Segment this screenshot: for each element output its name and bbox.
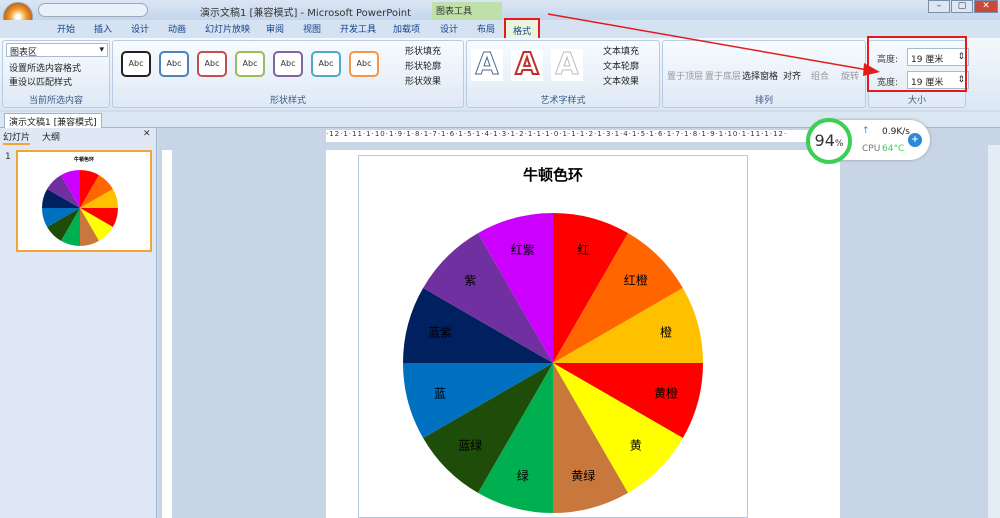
close-pane-icon[interactable]: ✕ bbox=[143, 129, 151, 139]
slice-label: 蓝绿 bbox=[458, 438, 482, 453]
text-fill-button[interactable]: 文本填充 bbox=[603, 44, 639, 57]
horizontal-ruler: ·12·1·11·1·10·1·9·1·8·1·7·1·6·1·5·1·4·1·… bbox=[326, 130, 816, 142]
align-button[interactable]: 对齐 bbox=[783, 69, 801, 82]
reset-style-button[interactable]: 重设以匹配样式 bbox=[9, 75, 72, 88]
slice-label: 绿 bbox=[517, 468, 529, 483]
slide-thumbnail[interactable]: 牛顿色环 bbox=[16, 150, 152, 252]
group-label: 形状样式 bbox=[269, 96, 306, 106]
rotate-button[interactable]: 旋转 bbox=[841, 69, 859, 82]
chart-element-dropdown[interactable]: 图表区 ▾ bbox=[6, 43, 108, 58]
slide-number: 1 bbox=[5, 152, 11, 162]
group-label: 艺术字样式 bbox=[540, 96, 586, 106]
group-shape-styles: 形状填充 形状轮廓 形状效果 形状样式 Abc Abc Abc Abc Abc Abc Ab… bbox=[112, 40, 464, 108]
slice-label: 红 bbox=[577, 242, 589, 257]
cpu-percent: 94 bbox=[814, 131, 835, 150]
quick-access-toolbar[interactable] bbox=[38, 3, 148, 17]
text-effects-button[interactable]: 文本效果 bbox=[603, 74, 639, 87]
format-selection-button[interactable]: 设置所选内容格式 bbox=[9, 61, 81, 74]
close-button[interactable]: ✕ bbox=[974, 0, 998, 13]
group-button[interactable]: 组合 bbox=[811, 69, 829, 82]
group-label: 排列 bbox=[754, 96, 773, 106]
tab-design[interactable]: 设计 bbox=[131, 22, 149, 35]
wordart-style-outline[interactable]: A bbox=[471, 48, 503, 81]
slice-label: 黄 bbox=[630, 439, 642, 453]
tab-slideshow[interactable]: 幻灯片放映 bbox=[205, 22, 250, 35]
network-speed: 0.9K/s bbox=[882, 127, 910, 137]
bring-to-front-button[interactable]: 置于顶层 bbox=[667, 69, 703, 82]
shape-style-swatch[interactable]: Abc bbox=[349, 51, 379, 77]
group-label: 当前所选内容 bbox=[28, 96, 83, 106]
cpu-temp: 64°C bbox=[882, 144, 905, 154]
shape-style-swatch[interactable]: Abc bbox=[235, 51, 265, 77]
shape-style-swatch[interactable]: Abc bbox=[159, 51, 189, 77]
vertical-ruler bbox=[162, 150, 172, 518]
tab-chart-layout[interactable]: 布局 bbox=[477, 22, 495, 35]
group-current-selection: 图表区 ▾ 设置所选内容格式 重设以匹配样式 当前所选内容 bbox=[2, 40, 110, 108]
slice-label: 蓝紫 bbox=[428, 326, 452, 340]
tab-home[interactable]: 开始 bbox=[57, 22, 75, 35]
tab-chart-format[interactable]: 格式 bbox=[504, 18, 540, 40]
tab-developer[interactable]: 开发工具 bbox=[340, 22, 376, 35]
shape-style-swatch[interactable]: Abc bbox=[121, 51, 151, 77]
slice-label: 紫 bbox=[464, 273, 476, 287]
tab-animation[interactable]: 动画 bbox=[168, 22, 186, 35]
shape-style-swatch[interactable]: Abc bbox=[273, 51, 303, 77]
window-title: 演示文稿1 [兼容模式] - Microsoft PowerPoint bbox=[200, 8, 412, 19]
tab-slides[interactable]: 幻灯片 bbox=[3, 130, 31, 145]
group-wordart-styles: A A A 文本填充 文本轮廓 文本效果 艺术字样式 bbox=[466, 40, 660, 108]
selection-pane-button[interactable]: 选择窗格 bbox=[742, 69, 778, 82]
tab-insert[interactable]: 插入 bbox=[94, 22, 112, 35]
chart-tools-label: 图表工具 bbox=[432, 2, 502, 20]
thumbnail-title: 牛顿色环 bbox=[74, 156, 94, 163]
tab-chart-design[interactable]: 设计 bbox=[440, 22, 458, 35]
slice-label: 红紫 bbox=[511, 242, 535, 257]
shape-style-swatch[interactable]: Abc bbox=[311, 51, 341, 77]
upload-arrow-icon: ↑ bbox=[862, 126, 870, 136]
slice-label: 蓝 bbox=[434, 386, 446, 400]
group-label: 大小 bbox=[907, 96, 926, 106]
slice-label: 红橙 bbox=[624, 272, 648, 287]
tab-review[interactable]: 审阅 bbox=[266, 22, 284, 35]
tab-view[interactable]: 视图 bbox=[303, 22, 321, 35]
slice-label: 橙 bbox=[660, 325, 672, 340]
tab-outline[interactable]: 大纲 bbox=[42, 130, 60, 143]
shape-effects-button[interactable]: 形状效果 bbox=[405, 74, 441, 87]
group-arrange: 置于顶层 置于底层 选择窗格 对齐 组合 旋转 排列 bbox=[662, 40, 866, 108]
cpu-label: CPU bbox=[862, 144, 881, 154]
vertical-scrollbar[interactable] bbox=[988, 145, 1000, 518]
dropdown-value: 图表区 bbox=[10, 48, 38, 58]
wordart-style-red[interactable]: A bbox=[511, 48, 543, 82]
cpu-gauge: 94% bbox=[806, 118, 852, 164]
ribbon-tabs: 开始 插入 设计 动画 幻灯片放映 审阅 视图 开发工具 加载项 设计 布局 bbox=[0, 20, 1000, 38]
shape-outline-button[interactable]: 形状轮廓 bbox=[405, 59, 441, 72]
chevron-down-icon: ▾ bbox=[99, 45, 104, 55]
thumbnail-chart: 牛顿色环 bbox=[42, 156, 118, 246]
text-outline-button[interactable]: 文本轮廓 bbox=[603, 59, 639, 72]
shape-fill-button[interactable]: 形状填充 bbox=[405, 44, 441, 57]
maximize-button[interactable]: ▢ bbox=[951, 0, 973, 13]
minimize-button[interactable]: – bbox=[928, 0, 950, 13]
shape-style-swatch[interactable]: Abc bbox=[197, 51, 227, 77]
wordart-style-white[interactable]: A bbox=[551, 48, 583, 81]
pie-chart[interactable]: 红红橙橙黄橙黄黄绿 绿 蓝绿 蓝 蓝紫 紫 红紫 bbox=[358, 155, 748, 518]
tab-addins[interactable]: 加载项 bbox=[393, 22, 420, 35]
slice-label: 黄绿 bbox=[571, 468, 595, 483]
plus-icon[interactable]: + bbox=[908, 133, 922, 147]
size-highlight-box bbox=[867, 36, 967, 92]
percent-sign: % bbox=[834, 139, 844, 149]
send-to-back-button[interactable]: 置于底层 bbox=[705, 69, 741, 82]
slice-label: 黄橙 bbox=[654, 385, 678, 400]
